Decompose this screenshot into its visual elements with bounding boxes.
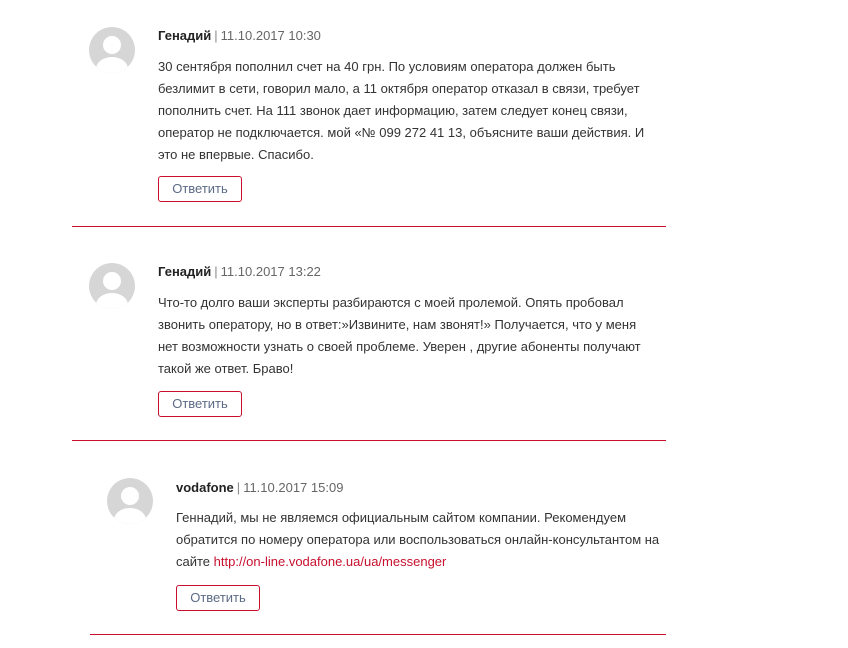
comment-date: 11.10.2017 15:09 [243,480,344,495]
reply-button[interactable]: Ответить [176,585,260,611]
reply-button[interactable]: Ответить [158,176,242,202]
comment-author: Генадий [158,28,212,43]
comment-text: 30 сентября пополнил счет на 40 грн. По … [158,59,645,162]
messenger-link[interactable]: http://on-line.vodafone.ua/ua/messenger [214,554,447,569]
comment-divider [72,440,666,441]
comment-date: 11.10.2017 10:30 [220,28,321,43]
meta-separator: | [214,28,218,43]
comment-author: Генадий [158,264,212,279]
comment-meta: Генадий | 11.10.2017 13:22 [158,264,321,280]
comment-meta: Генадий | 11.10.2017 10:30 [158,28,321,44]
comment-divider [72,226,666,227]
comment-meta: vodafone | 11.10.2017 15:09 [176,480,343,496]
avatar-icon [89,27,135,73]
comment-divider [90,634,666,635]
comment-text: Что-то долго ваши эксперты разбираются с… [158,295,641,376]
comment-text: Геннадий, мы не являемся официальным сай… [176,507,676,573]
comment-date: 11.10.2017 13:22 [220,264,321,279]
comment-author: vodafone [176,480,234,495]
avatar-icon [89,263,135,309]
reply-button[interactable]: Ответить [158,391,242,417]
avatar-icon [107,478,153,524]
meta-separator: | [236,480,241,495]
meta-separator: | [214,264,218,279]
